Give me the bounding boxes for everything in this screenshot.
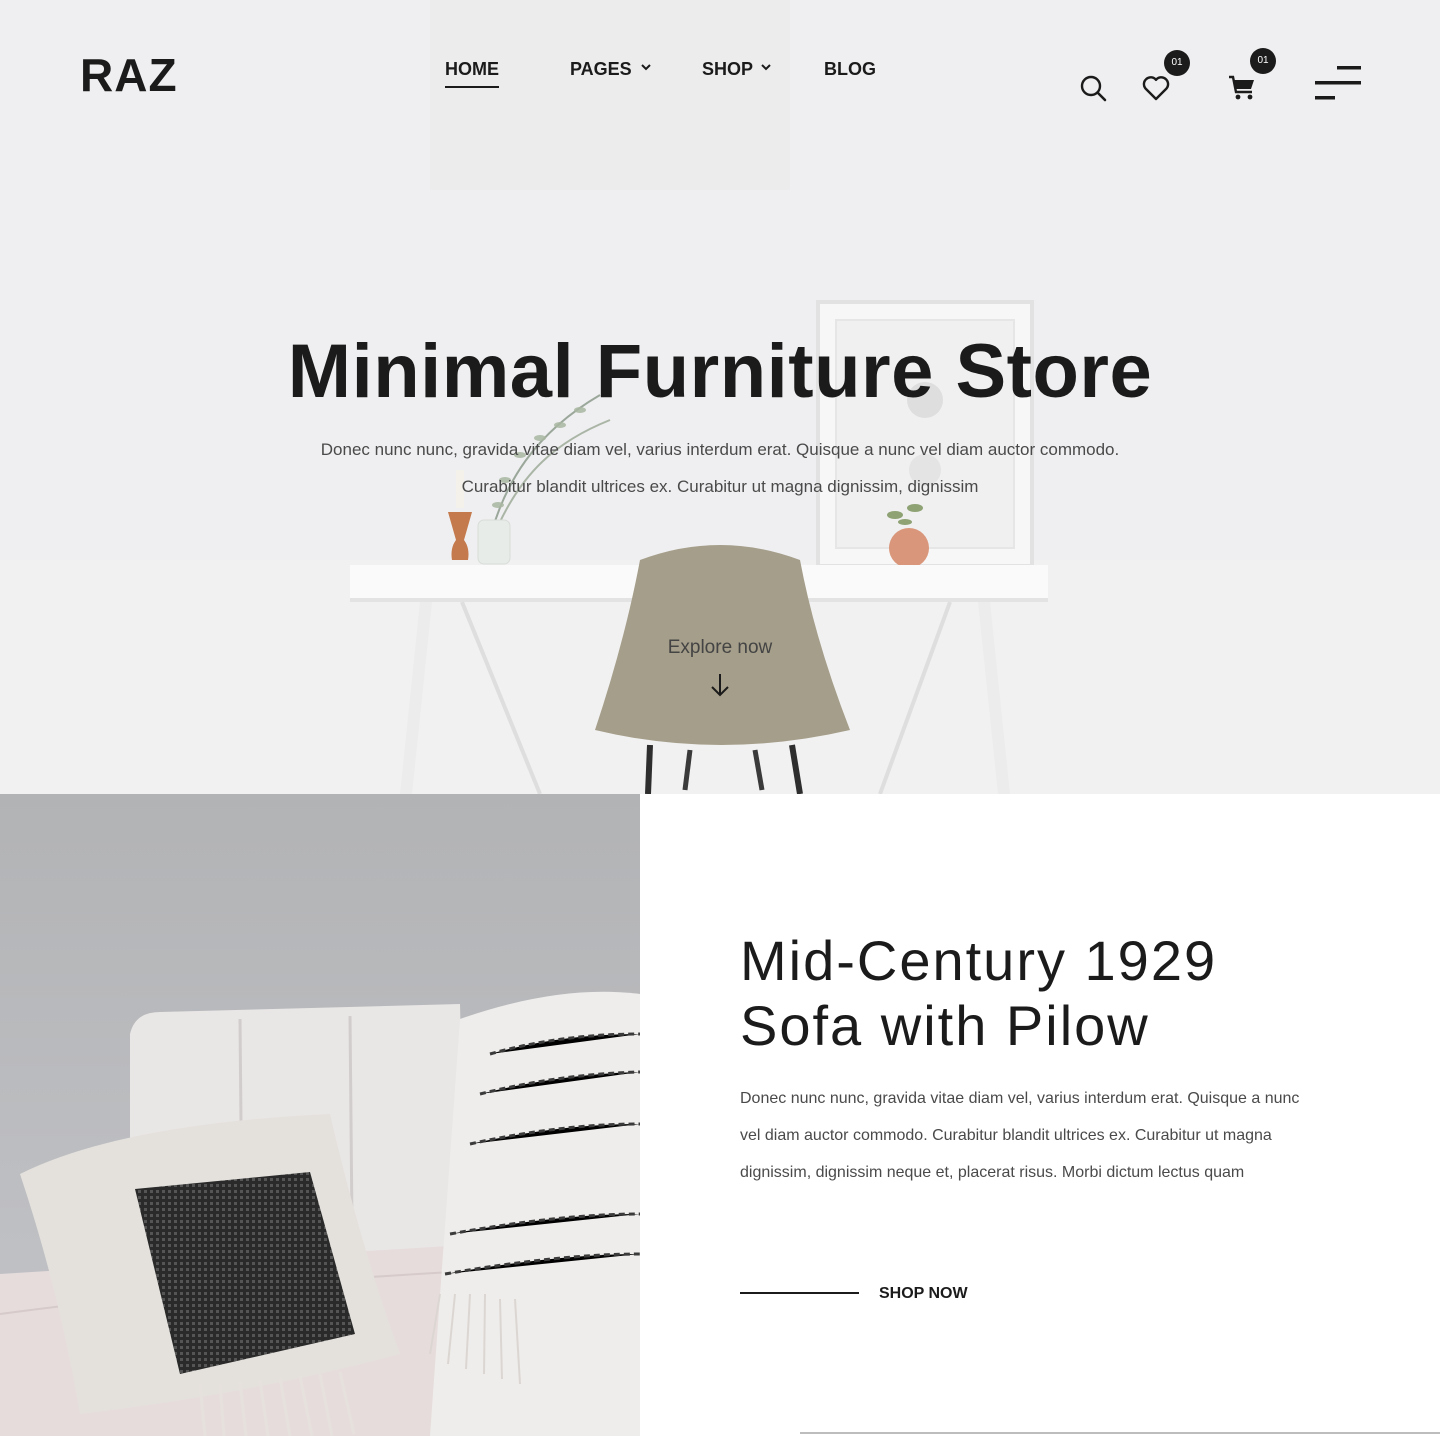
nav-item-home[interactable]: HOME (445, 58, 499, 88)
sofa-with-pillow-photo (0, 794, 640, 1436)
nav-item-shop[interactable]: SHOP (702, 58, 753, 80)
cart-icon[interactable] (1228, 74, 1256, 102)
feature-title: Mid-Century 1929 Sofa with Pilow (740, 928, 1360, 1058)
site-logo[interactable]: RAZ (80, 50, 178, 100)
heart-icon[interactable] (1142, 75, 1170, 101)
chevron-down-icon[interactable] (759, 60, 773, 74)
site-header: RAZ HOME PAGES SHOP BLOG 01 01 (0, 0, 1440, 140)
wishlist-count-badge: 01 (1164, 50, 1190, 76)
menu-icon[interactable] (1315, 66, 1361, 100)
hero-description-line1: Donec nunc nunc, gravida vitae diam vel,… (320, 440, 1120, 459)
sofa-image (0, 794, 640, 1436)
hero-description-line2: Curabitur blandit ultrices ex. Curabitur… (461, 477, 979, 496)
hero-title: Minimal Furniture Store (287, 329, 1153, 414)
shop-now-divider (740, 1292, 859, 1294)
feature-title-line1: Mid-Century 1929 (740, 929, 1218, 992)
feature-title-line2: Sofa with Pilow (740, 994, 1150, 1057)
chevron-down-icon[interactable] (639, 60, 653, 74)
cart-count-badge: 01 (1250, 48, 1276, 74)
feature-section: Mid-Century 1929 Sofa with Pilow Donec n… (640, 794, 1440, 1436)
nav-item-pages[interactable]: PAGES (570, 58, 632, 80)
hero-section: RAZ HOME PAGES SHOP BLOG 01 01 Minimal F… (0, 0, 1440, 794)
shop-now-link[interactable]: SHOP NOW (879, 1284, 968, 1304)
nav-item-blog[interactable]: BLOG (824, 58, 876, 80)
section-divider (800, 1432, 1440, 1434)
explore-now-link[interactable]: Explore now (0, 636, 1440, 660)
feature-description: Donec nunc nunc, gravida vitae diam vel,… (740, 1090, 1300, 1181)
arrow-down-icon[interactable] (709, 672, 731, 698)
search-icon[interactable] (1079, 74, 1107, 102)
